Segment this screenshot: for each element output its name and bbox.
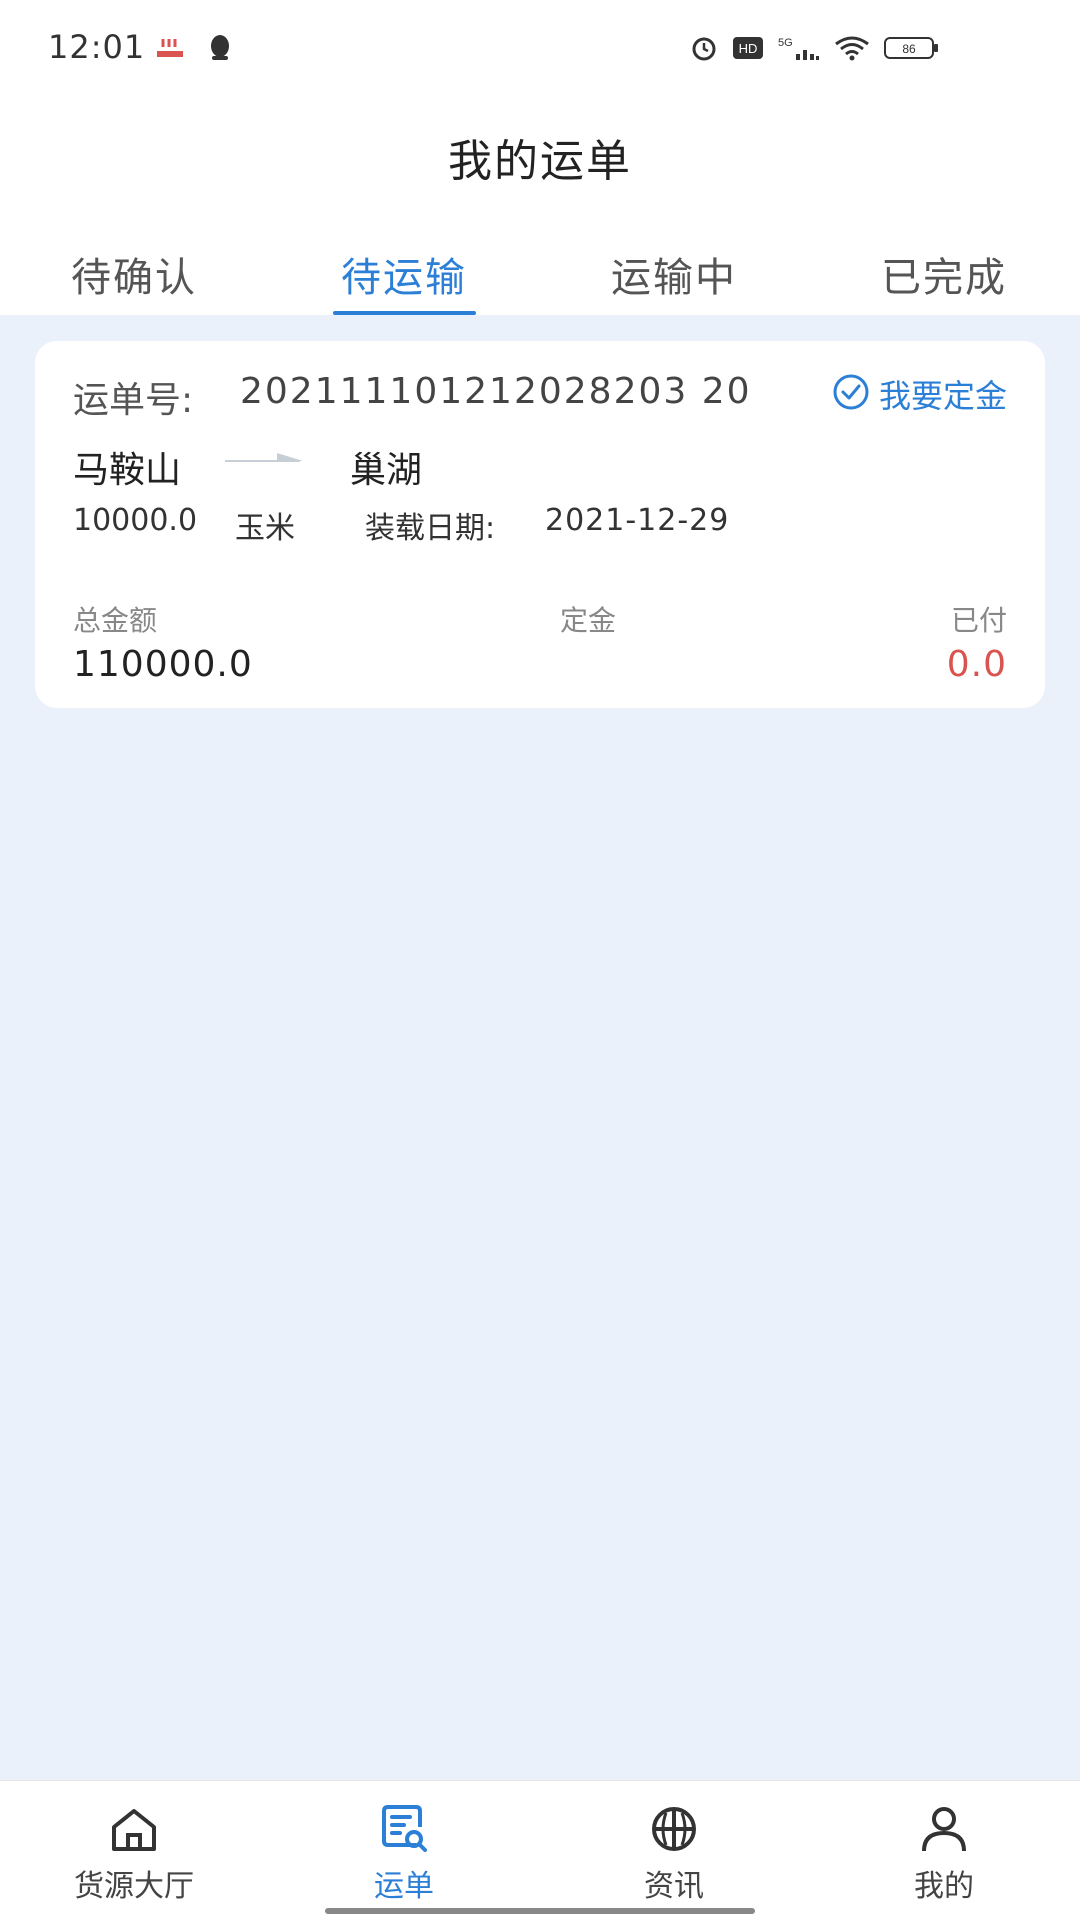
status-system-icons: HD 5G 86 <box>690 34 940 66</box>
battery-icon: 86 <box>884 34 940 66</box>
qq-icon <box>207 34 233 66</box>
request-deposit-button[interactable]: 我要定金 <box>831 371 1007 417</box>
order-list: 运单号: 202111101212028203 20 我要定金 马鞍山 巢湖 1… <box>0 315 1080 1780</box>
app-notification-icon <box>155 35 185 65</box>
tab-pending-transport[interactable]: 待运输 <box>304 245 504 303</box>
total-amount-value: 110000.0 <box>73 644 253 685</box>
tab-completed[interactable]: 已完成 <box>844 245 1044 303</box>
app-root: 12:01 HD 5G 86 我的运单 待确认 待运输 运输中 已完成 运单号:… <box>0 0 1080 1920</box>
nav-item-waybill[interactable]: 运单 <box>304 1801 504 1905</box>
nav-item-cargo-hall[interactable]: 货源大厅 <box>34 1801 234 1905</box>
route-destination: 巢湖 <box>350 450 423 491</box>
paid-amount-value: 0.0 <box>946 644 1007 685</box>
nav-label-cargo-hall: 货源大厅 <box>74 1869 194 1904</box>
header: 我的运单 <box>0 100 1080 210</box>
nav-label-waybill: 运单 <box>374 1869 434 1904</box>
nav-item-profile[interactable]: 我的 <box>844 1801 1044 1905</box>
home-indicator[interactable] <box>325 1908 755 1914</box>
load-date-label: 装载日期: <box>365 511 496 546</box>
cargo-type: 玉米 <box>235 511 295 546</box>
check-circle-icon <box>831 372 871 416</box>
wifi-icon <box>834 34 870 66</box>
alarm-icon <box>690 34 718 66</box>
load-date-value: 2021-12-29 <box>545 503 730 538</box>
status-time: 12:01 <box>48 28 146 66</box>
svg-text:HD: HD <box>739 41 758 56</box>
news-icon <box>646 1801 702 1857</box>
signal-5g-icon: 5G <box>778 34 820 66</box>
hd-icon: HD <box>732 35 764 65</box>
cargo-weight: 10000.0 <box>73 503 198 538</box>
tab-in-transit[interactable]: 运输中 <box>574 245 774 303</box>
nav-label-news: 资讯 <box>644 1869 704 1904</box>
route-arrow-icon <box>225 449 315 473</box>
svg-text:5G: 5G <box>778 37 793 49</box>
request-deposit-label: 我要定金 <box>878 377 1007 415</box>
total-amount-label: 总金额 <box>73 604 158 637</box>
order-no-value: 202111101212028203 20 <box>240 371 752 412</box>
battery-level: 86 <box>902 42 916 56</box>
deposit-label: 定金 <box>560 604 617 637</box>
bottom-navigation: 货源大厅 运单 资讯 我的 <box>0 1780 1080 1920</box>
paid-label: 已付 <box>950 604 1007 637</box>
nav-label-profile: 我的 <box>914 1869 974 1904</box>
home-icon <box>106 1801 162 1857</box>
profile-icon <box>916 1801 972 1857</box>
route-origin: 马鞍山 <box>73 450 182 491</box>
status-notification-icons <box>155 34 233 66</box>
nav-item-news[interactable]: 资讯 <box>574 1801 774 1905</box>
tab-pending-confirm[interactable]: 待确认 <box>34 245 234 303</box>
waybill-icon <box>376 1801 432 1857</box>
status-bar: 12:01 HD 5G 86 <box>0 0 1080 100</box>
order-no-label: 运单号: <box>73 380 194 421</box>
order-status-tabs: 待确认 待运输 运输中 已完成 <box>0 215 1080 315</box>
page-title: 我的运单 <box>448 136 632 187</box>
order-card[interactable]: 运单号: 202111101212028203 20 我要定金 马鞍山 巢湖 1… <box>35 341 1045 708</box>
